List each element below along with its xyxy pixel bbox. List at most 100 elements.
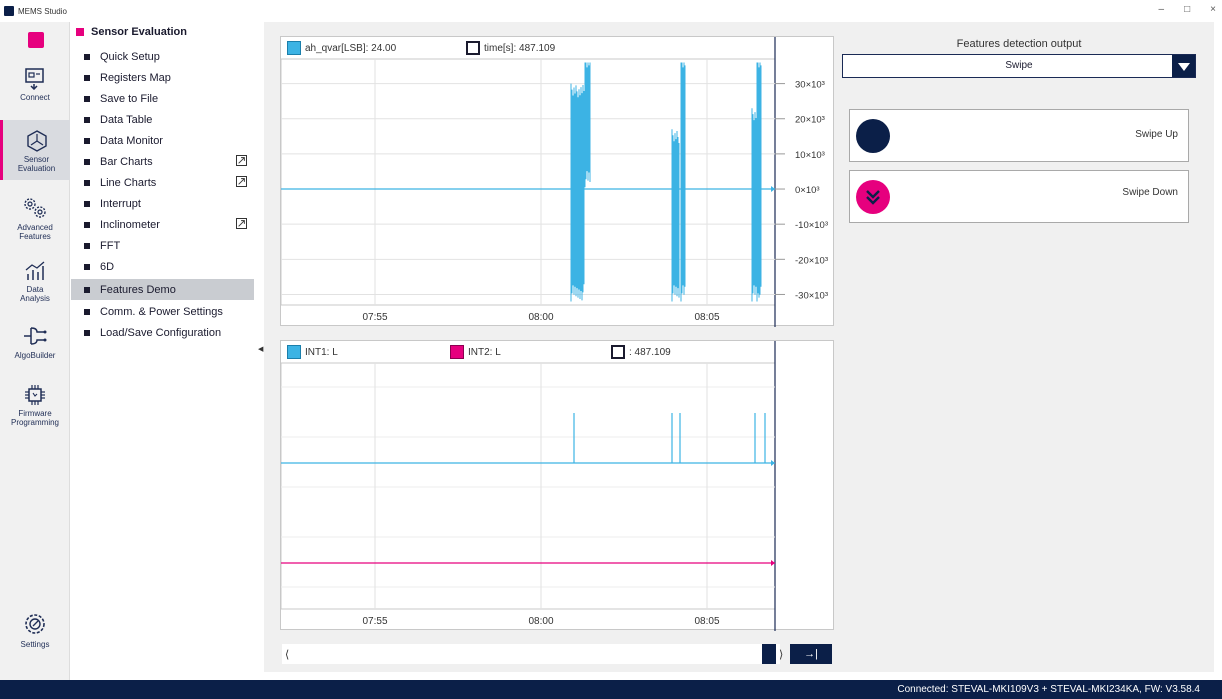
y-tick-label: -10×10³ [795,220,828,231]
menu-item-load-save-configuration[interactable]: Load/Save Configuration [71,322,254,343]
x-tick-label: 07:55 [362,616,387,627]
bullet-icon [84,53,90,60]
rail-label-algobuilder: AlgoBuilder [14,351,56,360]
x-tick-label: 08:05 [694,616,719,627]
menu-header-title: Sensor Evaluation [91,26,187,38]
y-tick-label: 0×10³ [795,185,820,196]
brand-icon [28,32,44,48]
bullet-icon [84,74,90,81]
rail-label-data-analysis: Data Analysis [20,285,50,303]
menu-item-data-monitor[interactable]: Data Monitor [71,130,254,151]
menu-item-interrupt[interactable]: Interrupt [71,193,254,214]
features-title: Features detection output [956,38,1082,50]
bullet-icon [84,286,90,293]
bullet-icon [84,329,90,336]
rail-item-sensor-evaluation[interactable]: Sensor Evaluation [0,120,70,180]
x-tick-label: 08:00 [528,616,553,627]
menu-item-label: Quick Setup [100,50,160,63]
features-detection-panel: Features detection output Swipe Swipe Up… [836,34,1202,664]
left-rail: Connect Sensor Evaluation Advanced Featu… [0,22,70,680]
menu-item-save-to-file[interactable]: Save to File [71,88,254,109]
rail-label-sensor-evaluation: Sensor Evaluation [17,155,56,173]
x-tick-label: 08:05 [694,312,719,323]
feature-card-swipe-down: Swipe Down [849,170,1189,223]
menu-item-label: Line Charts [100,176,157,189]
y-tick-label: 10×10³ [795,150,825,161]
menu-item-quick-setup[interactable]: Quick Setup [71,46,254,67]
menu-item-registers-map[interactable]: Registers Map [71,67,254,88]
y-tick-label: -20×10³ [795,255,828,266]
menu-item-label: 6D [100,260,115,273]
external-link-icon[interactable] [236,218,247,229]
menu-item-6d[interactable]: 6D [71,256,254,277]
menu-item-label: Comm. & Power Settings [100,305,223,318]
interrupt-chart: 07:55 08:00 08:05 [281,341,776,631]
scroll-right-arrow-icon[interactable]: ⟩ [779,648,783,661]
menu-item-label: Data Monitor [100,134,163,147]
main-area: ah_qvar[LSB]: 24.00 time[s]: 487.109 30×… [264,22,1214,672]
rail-item-data-analysis[interactable]: Data Analysis [0,260,70,310]
minimize-button[interactable]: – [1159,4,1165,15]
rail-item-connect[interactable]: Connect [0,68,70,114]
chevron-down-icon[interactable] [1172,55,1195,77]
external-link-icon[interactable] [236,155,247,166]
swipe-up-indicator-icon [856,119,890,153]
menu-item-label: Interrupt [100,197,141,210]
rail-item-advanced-features[interactable]: Advanced Features [0,196,70,246]
menu-item-line-charts[interactable]: Line Charts [71,172,254,193]
rail-label-settings: Settings [20,640,50,649]
menu-header-marker-icon [76,28,84,36]
plot-area-frame [281,58,776,306]
y-tick-label: 20×10³ [795,115,825,126]
gears-icon [24,198,46,218]
menu-header: Sensor Evaluation [76,26,187,38]
feature-label-swipe-down: Swipe Down [1122,187,1178,198]
menu-item-label: Data Table [100,113,153,126]
menu-item-data-table[interactable]: Data Table [71,109,254,130]
connect-icon [25,68,44,90]
bullet-icon [84,242,90,249]
menu-item-label: Bar Charts [100,155,153,168]
menu-item-label: FFT [100,239,121,252]
y-tick-label: 30×10³ [795,80,825,91]
maximize-button[interactable]: □ [1184,4,1190,15]
scroll-to-end-button[interactable]: →| [790,644,832,664]
rail-item-settings[interactable]: Settings [0,612,70,649]
app-logo-icon [4,6,14,16]
scroll-thumb[interactable] [762,644,776,664]
external-link-icon[interactable] [236,176,247,187]
menu-item-bar-charts[interactable]: Bar Charts [71,151,254,172]
chevrons-down-icon [866,190,880,205]
bullet-icon [84,95,90,102]
plot-area-frame [281,362,776,610]
menu-item-inclinometer[interactable]: Inclinometer [71,214,254,235]
bullet-icon [84,158,90,165]
collapse-menu-arrow-icon[interactable]: ◀ [258,345,263,353]
time-scrollbar[interactable]: ⟨ ⟩ [282,644,783,664]
bullet-icon [84,200,90,207]
feature-label-swipe-up: Swipe Up [1135,129,1178,140]
interrupt-plot-panel: INT1: L INT2: L : 487.109 07:55 08:00 08:0… [280,340,834,631]
x-tick-label: 08:00 [528,312,553,323]
close-button[interactable]: × [1210,4,1216,15]
menu-item-label: Features Demo [100,283,176,296]
settings-gear-icon [25,614,45,634]
rail-item-algobuilder[interactable]: AlgoBuilder [0,324,70,370]
menu-item-fft[interactable]: FFT [71,235,254,256]
feature-card-swipe-up: Swipe Up [849,109,1189,162]
status-bar: Connected: STEVAL-MKI109V3 + STEVAL-MKI2… [0,680,1222,699]
menu-item-features-demo[interactable]: Features Demo [71,279,254,300]
bullet-icon [84,221,90,228]
rail-label-connect: Connect [20,93,50,102]
x-tick-label: 07:55 [362,312,387,323]
rail-item-firmware-programming[interactable]: Firmware Programming [0,384,70,440]
scroll-left-arrow-icon[interactable]: ⟨ [285,648,289,661]
bullet-icon [84,179,90,186]
menu-item-comm-power-settings[interactable]: Comm. & Power Settings [71,301,254,322]
chip-icon [25,385,45,405]
bullet-icon [84,116,90,123]
menu-item-label: Save to File [100,92,159,105]
bullet-icon [84,308,90,315]
feature-select-dropdown[interactable]: Swipe [842,54,1196,78]
swipe-down-indicator-icon [856,180,890,214]
